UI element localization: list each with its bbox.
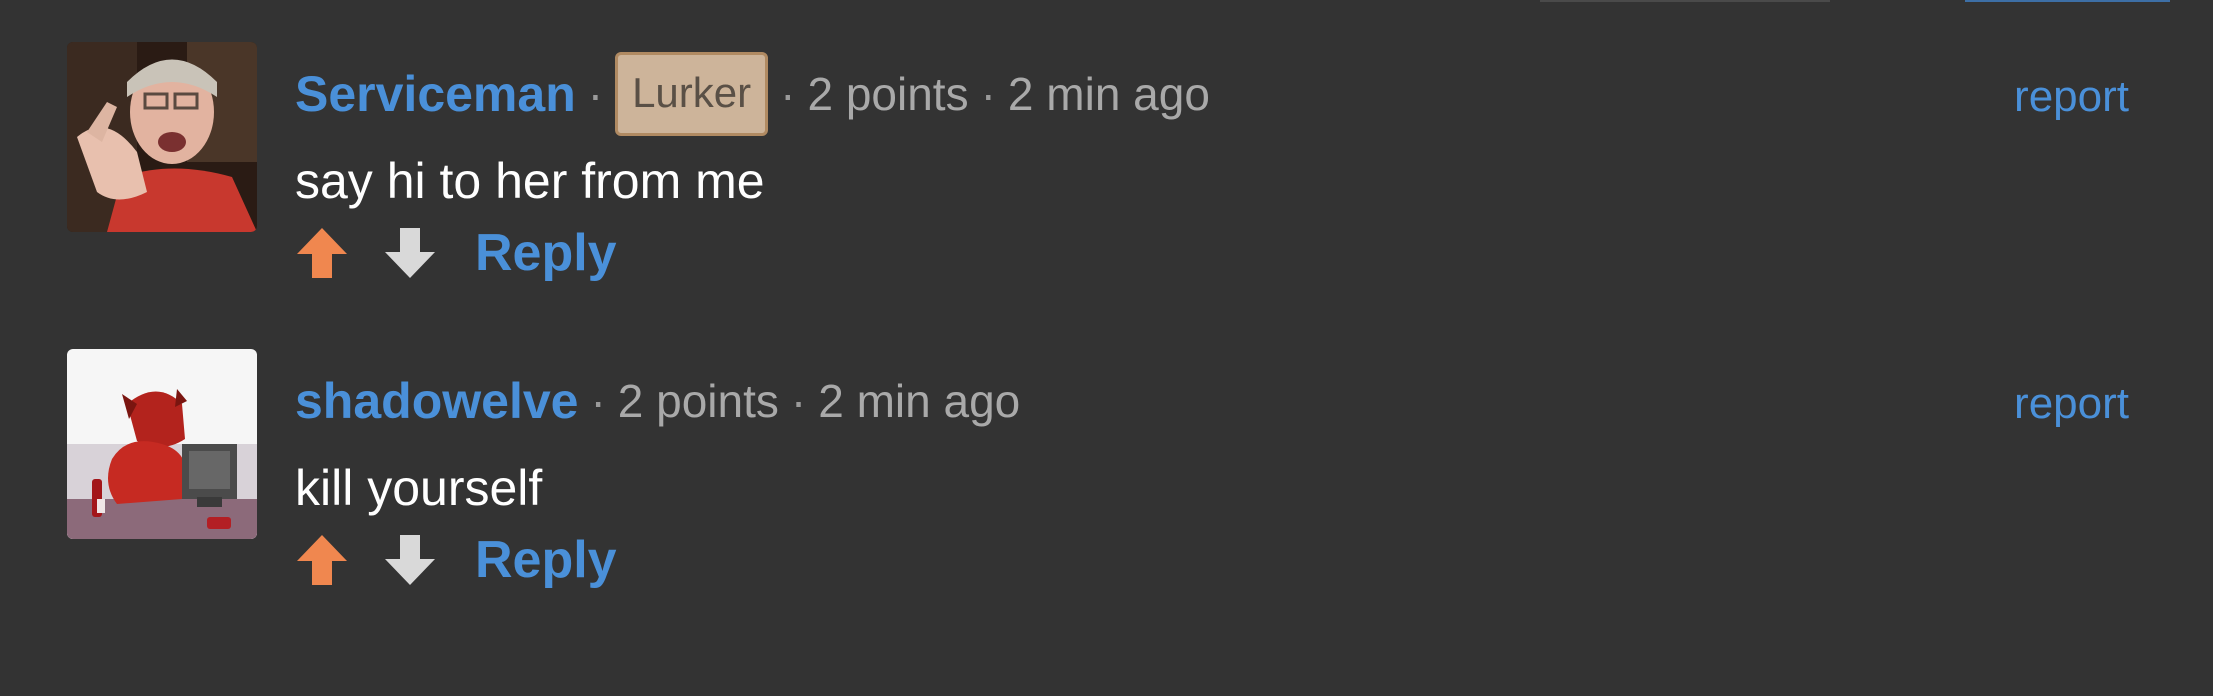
report-link[interactable]: report (2014, 379, 2129, 429)
comment-item: Serviceman · Lurker · 2 points · 2 min a… (67, 42, 2147, 302)
comment-actions: Reply (295, 218, 617, 288)
avatar[interactable] (67, 349, 257, 539)
reply-button[interactable]: Reply (475, 223, 617, 283)
meta-separator: · (790, 375, 807, 427)
arrow-up-icon[interactable] (295, 226, 349, 280)
comment-meta: shadowelve · 2 points · 2 min ago (295, 365, 1020, 437)
comment-actions: Reply (295, 525, 617, 595)
comment-text: say hi to her from me (295, 153, 765, 209)
arrow-down-icon[interactable] (383, 533, 437, 587)
avatar-image (67, 349, 257, 539)
comment-item: shadowelve · 2 points · 2 min ago report… (67, 349, 2147, 609)
meta-separator: · (780, 68, 796, 120)
timestamp: 2 min ago (1007, 68, 1210, 120)
points-count: 2 points (807, 68, 969, 120)
top-divider-left (1540, 0, 1830, 2)
arrow-up-icon[interactable] (295, 533, 349, 587)
report-link[interactable]: report (2014, 72, 2129, 122)
comment-meta: Serviceman · Lurker · 2 points · 2 min a… (295, 52, 1210, 136)
top-divider-right (1965, 0, 2170, 2)
arrow-down-icon[interactable] (383, 226, 437, 280)
avatar[interactable] (67, 42, 257, 232)
meta-separator: · (590, 375, 606, 427)
comment-text: kill yourself (295, 460, 543, 516)
reply-button[interactable]: Reply (475, 530, 617, 590)
points-count: 2 points (617, 375, 779, 427)
username-link[interactable]: Serviceman (295, 65, 576, 123)
user-flair-badge: Lurker (615, 52, 769, 136)
username-link[interactable]: shadowelve (295, 372, 578, 430)
avatar-image (67, 42, 257, 232)
timestamp: 2 min ago (818, 375, 1021, 427)
meta-separator: · (587, 68, 604, 120)
meta-separator: · (980, 68, 996, 120)
